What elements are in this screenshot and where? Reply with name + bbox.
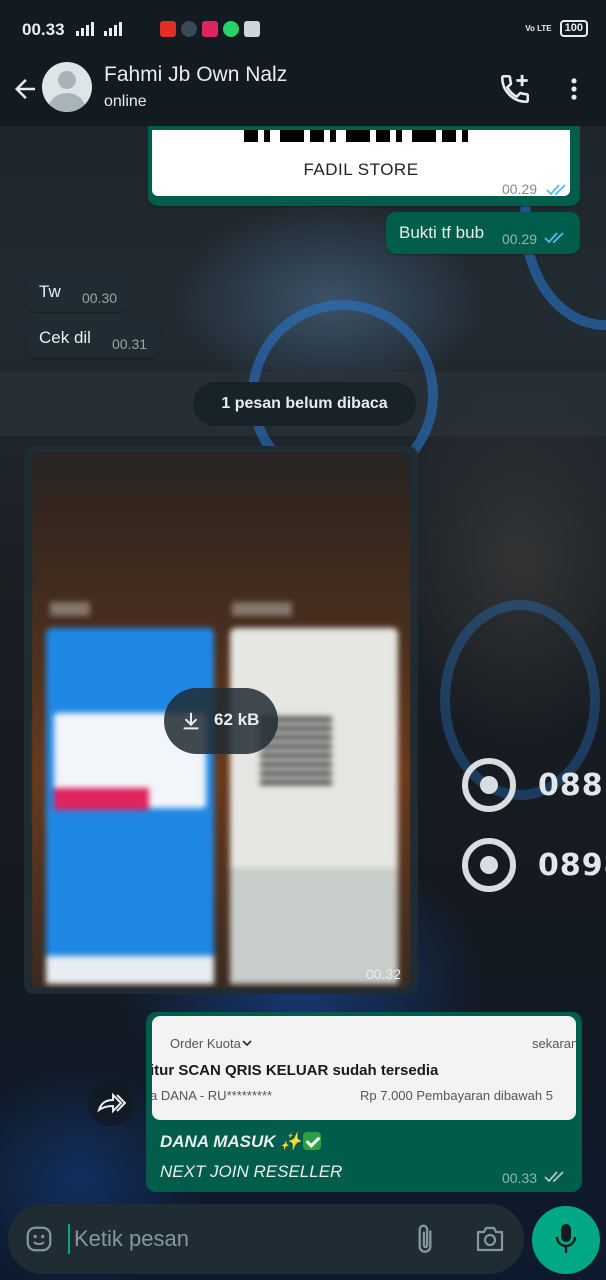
message-time: 00.30 <box>82 290 118 306</box>
more-vert-icon[interactable] <box>560 74 588 104</box>
wallpaper-whatsapp-icon <box>462 758 516 812</box>
qr-code-fragment <box>244 130 474 142</box>
mic-icon <box>555 1224 577 1253</box>
chevron-down-icon <box>242 1040 252 1047</box>
contact-status: online <box>104 93 147 110</box>
incoming-text-message[interactable]: Cek dil 00.31 <box>26 316 160 358</box>
caption-line: NEXT JOIN RESELLER <box>160 1162 343 1181</box>
avatar[interactable] <box>42 62 92 112</box>
message-text: Bukti tf bub <box>399 223 485 242</box>
check-mark-icon <box>303 1132 322 1150</box>
outgoing-text-message[interactable]: Bukti tf bub 00.29 <box>386 212 580 254</box>
message-composer <box>8 1204 524 1274</box>
download-icon <box>183 712 199 730</box>
text-caret <box>68 1224 70 1254</box>
wallpaper-number: 0898 <box>538 848 606 883</box>
message-time: 00.29 <box>502 231 538 247</box>
camera-icon[interactable] <box>474 1224 506 1254</box>
wallpaper-number: 0882 <box>538 768 606 803</box>
whatsapp-icon <box>223 21 239 37</box>
unread-messages-divider: 1 pesan belum dibaca <box>193 382 416 426</box>
status-time: 00.33 <box>22 20 65 39</box>
delivered-ticks-icon <box>544 1171 564 1183</box>
add-call-icon[interactable] <box>498 72 532 106</box>
message-input[interactable] <box>74 1222 404 1256</box>
notification-icons <box>160 21 260 37</box>
app-icon <box>181 21 197 37</box>
gallery-icon <box>244 21 260 37</box>
read-ticks-icon <box>544 232 564 244</box>
emoji-icon[interactable] <box>24 1224 54 1254</box>
video-icon <box>202 21 218 37</box>
forward-icon <box>97 1092 126 1114</box>
caption-line: DANA MASUK ✨ <box>160 1132 322 1152</box>
contact-name[interactable]: Fahmi Jb Own Nalz <box>104 63 287 87</box>
message-text: Cek dil <box>39 328 91 347</box>
message-text: Tw <box>39 282 61 301</box>
notification-screenshot[interactable]: Order Kuota sekarang itur SCAN QRIS KELU… <box>152 1016 576 1120</box>
signal-icon <box>104 22 122 36</box>
download-size: 62 kB <box>214 710 260 729</box>
notification-body: a DANA - RU********* <box>152 1088 273 1103</box>
battery-icon: 100 <box>559 20 588 37</box>
forward-button[interactable] <box>88 1080 134 1126</box>
signal-icon <box>76 22 94 36</box>
voice-message-button[interactable] <box>532 1206 600 1274</box>
notification-app-name: Order Kuota <box>170 1036 241 1051</box>
notification-title: itur SCAN QRIS KELUAR sudah tersedia <box>152 1062 439 1079</box>
download-button[interactable]: 62 kB <box>164 688 278 754</box>
notification-time: sekarang <box>532 1036 576 1051</box>
attach-icon[interactable] <box>412 1222 438 1256</box>
notification-amount: Rp 7.000 Pembayaran dibawah 5 <box>360 1088 553 1103</box>
message-time: 00.32 <box>366 966 402 982</box>
back-arrow-icon[interactable] <box>10 74 40 104</box>
message-time: 00.33 <box>502 1170 538 1186</box>
message-time: 00.31 <box>112 336 148 352</box>
chat-header: Fahmi Jb Own Nalz online <box>0 58 606 126</box>
message-time: 00.29 <box>502 181 538 197</box>
read-ticks-icon <box>546 184 566 196</box>
volte-indicator: Vo LTE <box>525 23 552 33</box>
outgoing-image-message[interactable]: FADIL STORE 00.29 <box>148 126 580 206</box>
status-bar: 00.33 Vo LTE 100 <box>0 0 606 58</box>
youtube-icon <box>160 21 176 37</box>
wallpaper-whatsapp-icon <box>462 838 516 892</box>
incoming-text-message[interactable]: Tw 00.30 <box>26 270 130 312</box>
qr-store-name: FADIL STORE <box>303 160 419 179</box>
outgoing-image-caption-message[interactable]: Order Kuota sekarang itur SCAN QRIS KELU… <box>146 1012 582 1192</box>
